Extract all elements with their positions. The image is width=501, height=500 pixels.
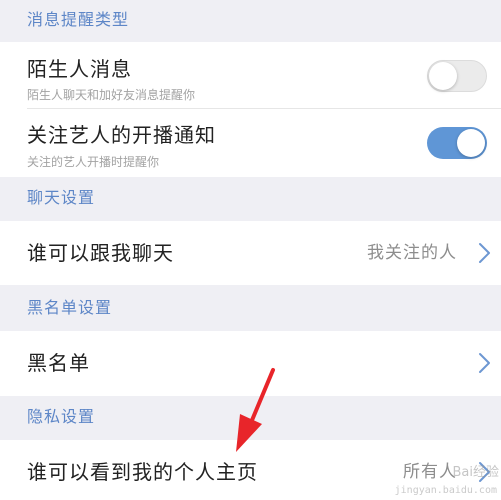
annotation-arrow-icon bbox=[236, 368, 275, 452]
settings-screen: 消息提醒类型 陌生人消息 陌生人聊天和加好友消息提醒你 关注艺人的开播通知 关注… bbox=[0, 0, 501, 500]
watermark-url: jingyan.baidu.com bbox=[394, 485, 497, 496]
watermark-logo: Bai经验 bbox=[452, 465, 500, 480]
